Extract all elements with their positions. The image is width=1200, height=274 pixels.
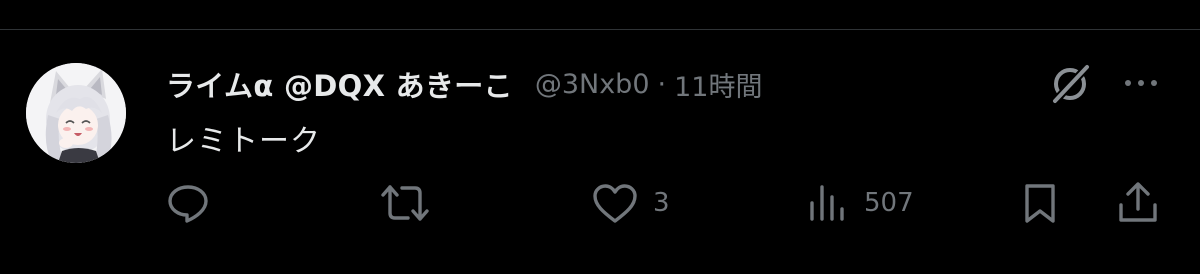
heart-icon [593,184,637,223]
share-button[interactable] [1116,178,1160,228]
retweet-icon [381,185,429,221]
views-button[interactable]: 507 [806,178,914,228]
reply-button[interactable] [166,178,210,228]
avatar[interactable] [26,63,126,163]
tweet-text: レミトーク [166,124,321,159]
bookmark-button[interactable] [1018,178,1062,228]
bookmark-icon [1025,184,1055,223]
like-count: 3 [653,188,670,218]
reply-icon [168,185,208,223]
retweet-button[interactable] [380,178,430,228]
timestamp[interactable]: 11時間 [674,65,762,104]
view-count: 507 [864,188,914,218]
more-icon[interactable] [1120,68,1162,98]
avatar-image [26,63,126,163]
analytics-icon [810,185,844,221]
tweet-header: ライムα @DQX あきーこ @3Nxb0 · 11時間 [166,64,762,104]
grok-icon[interactable] [1046,60,1094,108]
tweet[interactable]: ライムα @DQX あきーこ @3Nxb0 · 11時間 レミトーク 3 507 [0,30,1200,274]
user-handle[interactable]: @3Nxb0 [535,69,650,100]
like-button[interactable]: 3 [591,178,670,228]
display-name[interactable]: ライムα @DQX あきーこ [166,63,513,105]
share-icon [1119,182,1157,222]
separator-dot: · [657,68,667,100]
